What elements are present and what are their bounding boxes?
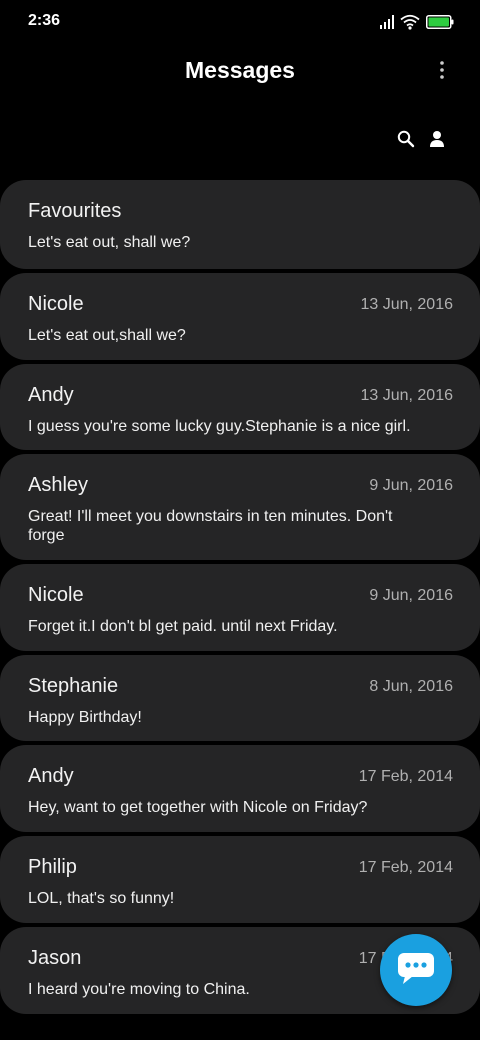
more-options-button[interactable] xyxy=(428,58,456,86)
conversation-date: 9 Jun, 2016 xyxy=(369,587,453,604)
conversation-preview: Let's eat out,shall we? xyxy=(28,327,186,344)
conversation-item-favourites[interactable]: Favourites Let's eat out, shall we? xyxy=(0,180,480,269)
conversation-preview: Hey, want to get together with Nicole on… xyxy=(28,799,368,816)
conversation-date: 13 Jun, 2016 xyxy=(360,387,453,404)
conversation-preview: Let's eat out, shall we? xyxy=(28,234,191,251)
conversation-name: Philip xyxy=(28,856,77,878)
conversation-preview: Forget it.I don't bl get paid. until nex… xyxy=(28,618,338,635)
person-icon xyxy=(429,130,445,153)
conversation-date: 13 Jun, 2016 xyxy=(360,296,453,313)
conversation-preview: LOL, that's so funny! xyxy=(28,890,175,907)
compose-message-button[interactable] xyxy=(380,934,452,1006)
status-bar: 2:36 xyxy=(0,0,480,44)
conversation-item[interactable]: Andy 17 Feb, 2014 Hey, want to get toget… xyxy=(0,745,480,832)
contacts-button[interactable] xyxy=(424,128,450,154)
conversation-item[interactable]: Nicole 9 Jun, 2016 Forget it.I don't bl … xyxy=(0,564,480,651)
conversation-date: 17 Feb, 2014 xyxy=(358,768,453,785)
chat-bubble-icon xyxy=(396,950,436,991)
battery-icon xyxy=(426,15,454,29)
conversation-preview: I heard you're moving to China. xyxy=(28,981,250,998)
conversation-date: 9 Jun, 2016 xyxy=(369,477,453,494)
search-icon xyxy=(397,130,415,153)
conversation-preview: Great! I'll meet you downstairs in ten m… xyxy=(28,508,393,544)
messages-screen: 2:36 Messages Favourites Let's eat out, … xyxy=(0,0,480,1040)
conversation-name: Stephanie xyxy=(28,675,119,697)
wifi-icon xyxy=(400,14,420,30)
status-time: 2:36 xyxy=(28,12,61,29)
conversation-date: 8 Jun, 2016 xyxy=(369,678,453,695)
search-button[interactable] xyxy=(394,128,418,154)
conversation-item[interactable]: Nicole 13 Jun, 2016 Let's eat out,shall … xyxy=(0,273,480,360)
conversation-item[interactable]: Philip 17 Feb, 2014 LOL, that's so funny… xyxy=(0,836,480,923)
page-title: Messages xyxy=(185,57,295,83)
status-icons xyxy=(380,12,454,32)
conversation-name: Jason xyxy=(28,947,82,969)
conversation-item[interactable]: Ashley 9 Jun, 2016 Great! I'll meet you … xyxy=(0,454,480,560)
conversation-name: Andy xyxy=(28,384,74,406)
conversation-item[interactable]: Andy 13 Jun, 2016 I guess you're some lu… xyxy=(0,364,480,450)
more-vertical-icon xyxy=(439,60,445,85)
conversation-name: Nicole xyxy=(28,293,84,315)
signal-icon xyxy=(380,15,394,29)
conversation-name: Andy xyxy=(28,765,74,787)
conversation-preview: I guess you're some lucky guy.Stephanie … xyxy=(28,418,411,435)
conversation-name: Favourites xyxy=(28,200,122,222)
conversation-date: 17 Feb, 2014 xyxy=(358,859,453,876)
conversation-name: Ashley xyxy=(28,474,89,496)
conversation-name: Nicole xyxy=(28,584,84,606)
conversation-item[interactable]: Stephanie 8 Jun, 2016 Happy Birthday! xyxy=(0,655,480,741)
conversation-preview: Happy Birthday! xyxy=(28,709,142,726)
